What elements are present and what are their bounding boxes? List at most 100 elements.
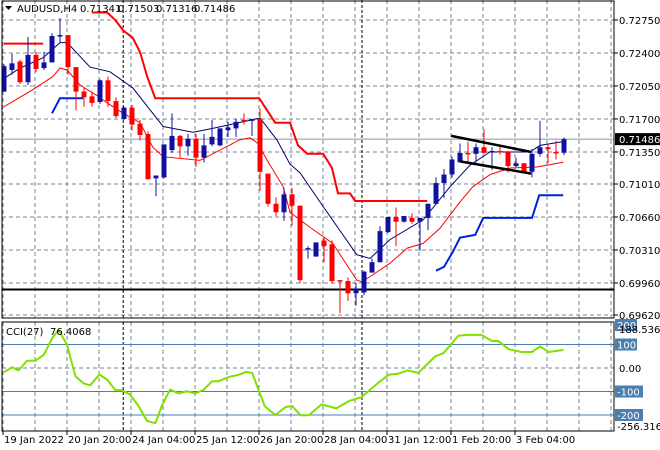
cci-zero-label: 0.00: [619, 364, 641, 375]
candle[interactable]: [425, 203, 431, 231]
price-tick-label: 0.72750: [619, 16, 660, 27]
cci-max-label: 188.5366: [619, 325, 660, 336]
candle-body: [257, 118, 263, 172]
candle[interactable]: [449, 156, 455, 178]
time-tick-label: 31 Jan 12:00: [388, 435, 451, 446]
candle[interactable]: [369, 258, 375, 273]
candle-body: [217, 128, 223, 146]
candle-body: [161, 144, 167, 178]
candle[interactable]: [561, 137, 567, 156]
candle-body: [377, 231, 383, 263]
candle[interactable]: [97, 79, 103, 104]
candle-body: [105, 80, 111, 102]
candle[interactable]: [433, 177, 439, 204]
candle-body: [89, 96, 95, 103]
time-tick-label: 26 Jan 20:00: [260, 435, 323, 446]
candle-body: [561, 139, 567, 153]
candle-body: [353, 288, 359, 294]
candle-body: [9, 63, 15, 70]
candle-body: [169, 135, 175, 151]
candle[interactable]: [273, 197, 279, 217]
candle[interactable]: [49, 33, 55, 63]
candle[interactable]: [129, 104, 135, 131]
candle[interactable]: [57, 18, 63, 43]
candle-body: [465, 152, 471, 155]
candle-body: [241, 119, 247, 122]
candle-body: [393, 216, 399, 222]
candle[interactable]: [361, 270, 367, 296]
cci-pane[interactable]: [2, 328, 614, 425]
candle-body: [65, 35, 71, 68]
candle[interactable]: [289, 187, 295, 226]
cci-level-label: -200: [617, 411, 640, 422]
candle[interactable]: [65, 35, 71, 75]
candle[interactable]: [161, 144, 167, 179]
candle[interactable]: [41, 52, 47, 70]
price-pane[interactable]: [1, 11, 615, 314]
candle[interactable]: [217, 128, 223, 147]
candle-body: [505, 151, 511, 167]
candle[interactable]: [401, 216, 407, 223]
candle-body: [513, 163, 519, 167]
high-value: 0.71503: [118, 4, 159, 15]
dropdown-triangle-icon[interactable]: [5, 6, 12, 10]
candle[interactable]: [137, 119, 143, 141]
price-tick-label: 0.71700: [619, 115, 660, 126]
candle[interactable]: [121, 106, 127, 120]
candle[interactable]: [329, 240, 335, 283]
candle[interactable]: [225, 121, 231, 137]
trendline[interactable]: [450, 134, 532, 154]
chart-header: AUDUSD,H4 0.71341 0.71503 0.71316 0.7148…: [5, 4, 235, 15]
candle[interactable]: [233, 118, 239, 137]
grid: [2, 0, 614, 431]
candle[interactable]: [209, 119, 215, 147]
candle-body: [481, 147, 487, 153]
candle-body: [265, 173, 271, 204]
candle[interactable]: [17, 59, 23, 85]
trading-chart[interactable]: 0.72750 0.72400 0.72050 0.71700 0.71350 0.710…: [0, 0, 660, 450]
candle-body: [425, 203, 431, 218]
price-tick-label: 0.70660: [619, 213, 660, 224]
candle[interactable]: [297, 205, 303, 283]
candle[interactable]: [265, 173, 271, 207]
candle[interactable]: [73, 67, 79, 111]
candle[interactable]: [377, 226, 383, 263]
candle[interactable]: [337, 280, 343, 314]
candle[interactable]: [185, 134, 191, 156]
price-tick-label: 0.70310: [619, 246, 660, 257]
price-tick-label: 0.71010: [619, 180, 660, 191]
candle-body: [193, 138, 199, 158]
candle[interactable]: [409, 213, 415, 224]
candle[interactable]: [193, 134, 199, 168]
candle[interactable]: [457, 143, 463, 163]
candle[interactable]: [313, 242, 319, 257]
candle-body: [225, 127, 231, 131]
candle[interactable]: [145, 131, 151, 180]
candle[interactable]: [281, 187, 287, 221]
candle[interactable]: [393, 207, 399, 247]
candle-body: [321, 240, 327, 247]
candle[interactable]: [249, 118, 255, 136]
cci-header: CCI(27) 76.4068: [6, 327, 91, 338]
candle[interactable]: [33, 52, 39, 72]
candle-body: [345, 281, 351, 294]
candle[interactable]: [257, 108, 263, 191]
candle-body: [153, 175, 159, 179]
candle[interactable]: [177, 134, 183, 158]
candle[interactable]: [353, 282, 359, 306]
candle[interactable]: [305, 246, 311, 259]
candle[interactable]: [513, 157, 519, 168]
candle[interactable]: [153, 175, 159, 197]
cci-title: CCI(27): [6, 327, 44, 338]
candle-body: [305, 248, 311, 250]
candle[interactable]: [385, 216, 391, 234]
candle[interactable]: [345, 277, 351, 301]
candle-body: [81, 91, 87, 98]
candle-body: [297, 205, 303, 281]
candle-body: [137, 123, 143, 135]
cci-level-label: 100: [617, 341, 636, 352]
candle-body: [289, 194, 295, 206]
candle[interactable]: [201, 134, 207, 163]
candle[interactable]: [545, 143, 551, 164]
candle[interactable]: [113, 97, 119, 119]
